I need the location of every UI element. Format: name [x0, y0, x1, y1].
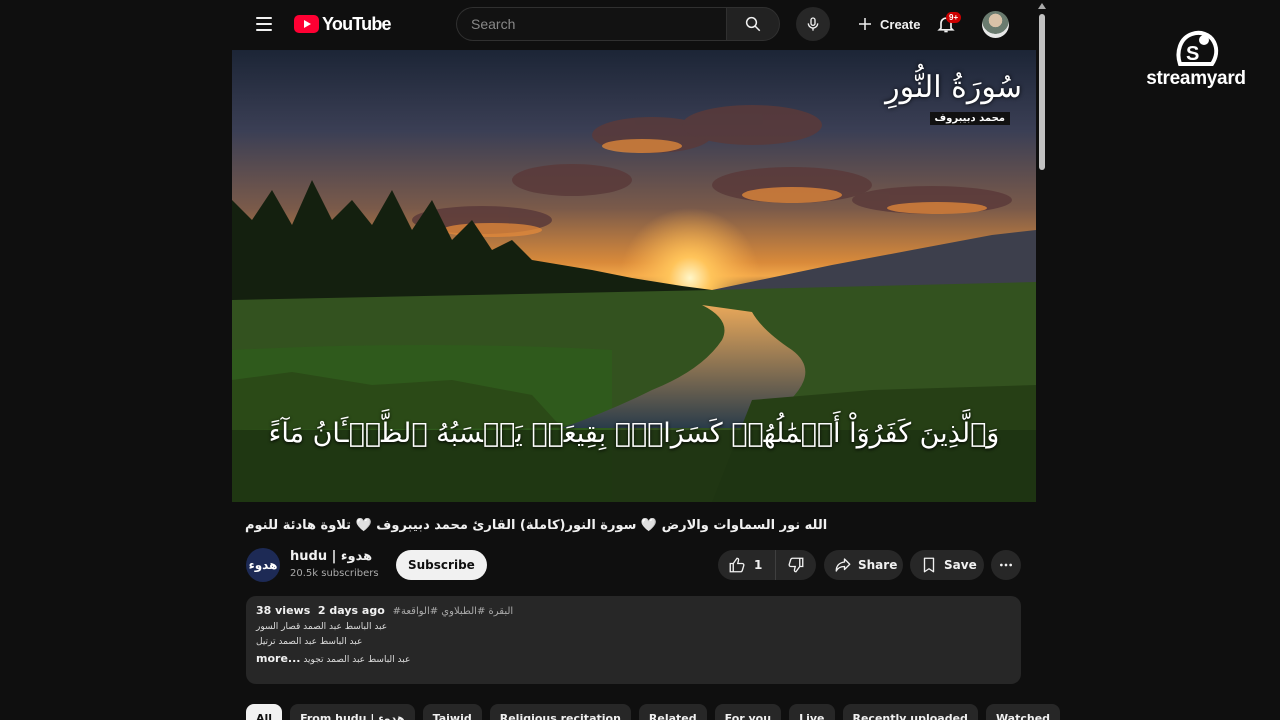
thumbs-down-icon	[788, 557, 804, 573]
share-label: Share	[858, 558, 898, 572]
channel-name[interactable]: hudu | هدوء	[290, 549, 372, 564]
user-avatar[interactable]	[982, 11, 1009, 38]
description-line: عبد الباسط عبد الصمد تجويد	[303, 655, 411, 665]
more-actions-button[interactable]	[991, 550, 1021, 580]
scroll-up-arrow-icon[interactable]	[1038, 3, 1046, 9]
description-line: عبد الباسط عبد الصمد قصار السور	[256, 622, 388, 632]
search-button[interactable]	[726, 7, 780, 41]
streamyard-logo-icon: S	[1166, 24, 1226, 68]
plus-icon	[859, 18, 871, 30]
description-box[interactable]: 38 views 2 days ago #البقرة #الطبلاوي #ا…	[246, 596, 1021, 684]
chip-related[interactable]: Related	[638, 704, 707, 720]
search-icon	[745, 16, 761, 32]
notification-badge: 9+	[946, 12, 962, 23]
like-count: 1	[754, 558, 763, 572]
view-count: 38 views	[256, 604, 311, 617]
description-line: عبد الباسط عبد الصمد ترتيل	[256, 637, 363, 647]
upload-date: 2 days ago	[317, 604, 385, 617]
search-input[interactable]	[456, 7, 726, 41]
chip-live[interactable]: Live	[789, 704, 835, 720]
related-filter-chips: All From hudu | هدوء Tajwid Religious re…	[246, 704, 1061, 720]
create-label: Create	[880, 16, 921, 32]
scroll-thumb[interactable]	[1039, 14, 1045, 170]
video-player[interactable]: سُورَةُ النُّورِ محمد دبيبروف وَٱلَّذِين…	[232, 50, 1036, 502]
subscriber-count: 20.5k subscribers	[290, 568, 379, 579]
bookmark-icon	[923, 557, 935, 573]
description-meta: 38 views 2 days ago #البقرة #الطبلاوي #ا…	[256, 604, 1011, 617]
save-button[interactable]: Save	[910, 550, 984, 580]
youtube-wordmark: YouTube	[322, 13, 392, 34]
video-title: الله نور السماوات والارض 🤍 سورة النور(كا…	[245, 518, 828, 533]
description-line-with-more: عبد الباسط عبد الصمد تجويد ...more	[256, 652, 1011, 665]
page-scrollbar[interactable]	[1036, 0, 1048, 720]
masthead: YouTube Create 9+	[240, 0, 1030, 48]
ayah-caption: وَٱلَّذِينَ كَفَرُوٓاْ أَعۡمَٰلُهُمۡ كَس…	[268, 418, 1000, 449]
menu-icon[interactable]	[244, 4, 284, 44]
chip-for-you[interactable]: For you	[714, 704, 782, 720]
channel-row: هدوء hudu | هدوء 20.5k subscribers Subsc…	[246, 546, 1026, 586]
share-icon	[835, 558, 851, 572]
streamyard-wordmark: streamyard	[1146, 68, 1246, 89]
show-more-link[interactable]: ...more	[256, 652, 300, 665]
chip-recently-uploaded[interactable]: Recently uploaded	[842, 704, 978, 720]
create-button[interactable]: Create	[846, 8, 930, 40]
youtube-play-icon	[294, 15, 319, 33]
more-horizontal-icon	[1000, 563, 1012, 567]
reciter-overlay: محمد دبيبروف	[929, 112, 1010, 125]
surah-title-overlay: سُورَةُ النُّورِ	[885, 70, 1022, 105]
share-button[interactable]: Share	[824, 550, 903, 580]
notifications-button[interactable]: 9+	[930, 8, 962, 40]
streamyard-watermark: S streamyard	[1136, 24, 1256, 90]
microphone-icon	[807, 17, 819, 31]
chip-from-channel[interactable]: From hudu | هدوء	[290, 704, 415, 720]
save-label: Save	[944, 558, 977, 572]
youtube-logo[interactable]: YouTube	[294, 13, 392, 35]
dislike-button[interactable]	[776, 550, 816, 580]
chip-tajwid[interactable]: Tajwid	[422, 704, 482, 720]
chip-all[interactable]: All	[246, 704, 283, 720]
thumbs-up-icon	[729, 557, 745, 573]
like-button[interactable]: 1	[718, 550, 776, 580]
svg-text:S: S	[1186, 43, 1199, 65]
description-hashtags[interactable]: #البقرة #الطبلاوي #الواقعة	[393, 606, 514, 617]
channel-avatar[interactable]: هدوء	[246, 548, 280, 582]
voice-search-button[interactable]	[796, 7, 830, 41]
subscribe-button[interactable]: Subscribe	[396, 550, 487, 580]
chip-watched[interactable]: Watched	[985, 704, 1061, 720]
chip-religious-recitation[interactable]: Religious recitation	[489, 704, 631, 720]
like-dislike-group: 1	[718, 550, 816, 580]
search-bar	[456, 7, 830, 41]
